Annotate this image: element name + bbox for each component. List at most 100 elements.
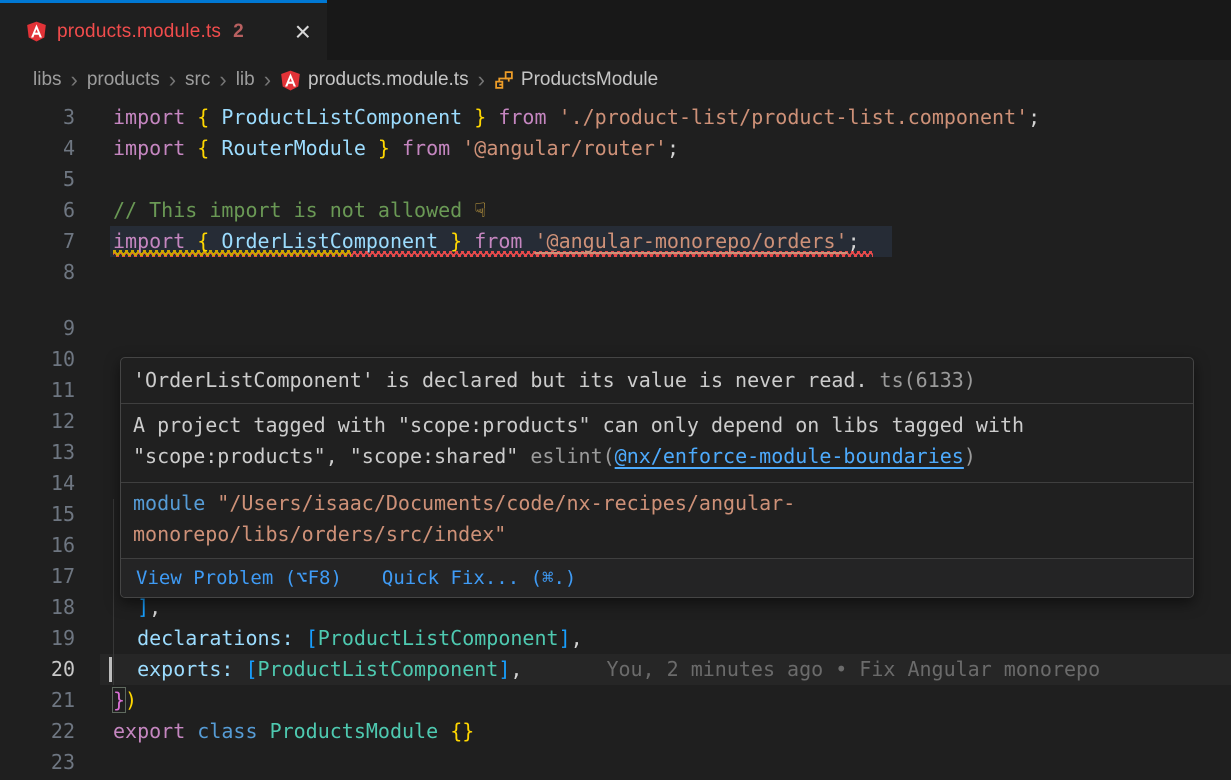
code-line[interactable]: 8: [0, 257, 1231, 288]
line-number: 20: [0, 654, 100, 685]
breadcrumb-label: products.module.ts: [308, 69, 469, 91]
popup-text: ts(6133): [868, 368, 976, 392]
code-token: ProductsModule: [270, 719, 439, 743]
code-line[interactable]: 4import { RouterModule } from '@angular/…: [0, 133, 1231, 164]
code-token: '@angular/router': [462, 136, 667, 160]
line-number: 13: [0, 437, 100, 468]
chevron-right-icon: ›: [71, 71, 78, 89]
breadcrumb-label: ProductsModule: [521, 69, 658, 91]
line-number: 18: [0, 592, 100, 623]
line-number: 19: [0, 623, 100, 654]
line-number: 23: [0, 747, 100, 778]
line-number: 12: [0, 406, 100, 437]
quick-fix-button[interactable]: Quick Fix... (⌘.): [382, 567, 576, 589]
code-token: ☟: [474, 198, 486, 222]
code-line[interactable]: 20 exports: [ProductListComponent],You, …: [0, 654, 1231, 685]
hover-popup: 'OrderListComponent' is declared but its…: [120, 357, 1194, 598]
code-line[interactable]: 7import { OrderListComponent } from '@an…: [0, 226, 1231, 257]
code-token: }: [113, 688, 125, 712]
breadcrumb-item-lib[interactable]: lib: [236, 69, 255, 91]
code-token: import: [113, 136, 185, 160]
code-line-content: [100, 747, 1231, 778]
code-token: [390, 136, 402, 160]
code-token: [: [245, 657, 257, 681]
angular-icon: [26, 21, 47, 42]
git-blame-annotation: You, 2 minutes ago • Fix Angular monorep…: [606, 657, 1100, 681]
code-line-content: // This import is not allowed ☟: [100, 195, 1231, 226]
code-token: './product-list/product-list.component': [559, 105, 1029, 129]
code-token: }: [474, 105, 486, 129]
breadcrumb-item-products[interactable]: products: [87, 69, 160, 91]
code-line-content: [100, 257, 1231, 288]
code-token: import: [113, 105, 185, 129]
breadcrumb-label: libs: [33, 69, 62, 91]
code-token: [185, 105, 197, 129]
line-number: 16: [0, 530, 100, 561]
popup-text: ): [964, 444, 976, 468]
code-line[interactable]: 19 declarations: [ProductListComponent],: [0, 623, 1231, 654]
code-token: [113, 595, 137, 619]
code-token: ProductListComponent: [258, 657, 499, 681]
code-token: ,: [149, 595, 161, 619]
code-token: ,: [510, 657, 522, 681]
tab-bar: products.module.ts 2 ×: [0, 0, 1231, 60]
chevron-right-icon: ›: [169, 71, 176, 89]
line-number: 9: [0, 313, 100, 344]
code-token: {}: [450, 719, 474, 743]
line-number: 14: [0, 468, 100, 499]
breadcrumb: libs›products›src›lib›products.module.ts…: [0, 60, 1231, 100]
popup-text: A project tagged with "scope:products" c…: [133, 413, 1024, 437]
popup-text-line: A project tagged with "scope:products" c…: [133, 410, 1181, 441]
code-token: [547, 105, 559, 129]
breadcrumb-item-productsmodule[interactable]: ProductsModule: [494, 69, 658, 91]
popup-text: module: [133, 491, 205, 515]
code-token: ProductListComponent: [209, 105, 474, 129]
code-token: [258, 719, 270, 743]
code-token: [462, 229, 474, 253]
code-token: ;: [1028, 105, 1040, 129]
code-line[interactable]: 5: [0, 164, 1231, 195]
line-number: 5: [0, 164, 100, 195]
code-line[interactable]: 3import { ProductListComponent } from '.…: [0, 102, 1231, 133]
code-token: declarations:: [137, 626, 294, 650]
code-token: ]: [498, 657, 510, 681]
popup-text: "/Users/isaac/Documents/code/nx-recipes/…: [205, 491, 795, 515]
code-line[interactable]: 22export class ProductsModule {}: [0, 716, 1231, 747]
code-line[interactable]: 23: [0, 747, 1231, 778]
popup-action-bar: View Problem (⌥F8) Quick Fix... (⌘.): [121, 559, 1193, 597]
close-icon[interactable]: ×: [295, 22, 311, 42]
line-number: 7: [0, 226, 100, 257]
code-line[interactable]: 9: [0, 313, 1231, 344]
breadcrumb-label: lib: [236, 69, 255, 91]
code-token: ): [125, 688, 137, 712]
popup-text-line: module "/Users/isaac/Documents/code/nx-r…: [133, 488, 1181, 519]
view-problem-button[interactable]: View Problem (⌥F8): [136, 567, 342, 589]
code-token: from: [474, 229, 522, 253]
line-number: 17: [0, 561, 100, 592]
tab-products-module[interactable]: products.module.ts 2 ×: [0, 0, 327, 60]
code-token: [185, 136, 197, 160]
popup-section: module "/Users/isaac/Documents/code/nx-r…: [121, 483, 1193, 559]
code-token: RouterModule: [209, 136, 378, 160]
code-line[interactable]: 6// This import is not allowed ☟: [0, 195, 1231, 226]
eslint-rule-link[interactable]: @nx/enforce-module-boundaries: [615, 444, 964, 468]
code-line-content: [100, 313, 1231, 344]
code-editor[interactable]: 3import { ProductListComponent } from '.…: [0, 100, 1231, 778]
code-token: from: [402, 136, 450, 160]
line-number: 10: [0, 344, 100, 375]
code-line-content: declarations: [ProductListComponent],: [100, 623, 1231, 654]
code-token: [: [306, 626, 318, 650]
code-token: from: [498, 105, 546, 129]
code-token: import: [113, 229, 185, 253]
code-token: [113, 657, 137, 681]
code-line[interactable]: 21}): [0, 685, 1231, 716]
code-line-content: export class ProductsModule {}: [100, 716, 1231, 747]
code-token: {: [197, 136, 209, 160]
popup-text-line: "scope:products", "scope:shared" eslint(…: [133, 441, 1181, 472]
code-token: ]: [559, 626, 571, 650]
breadcrumb-item-src[interactable]: src: [185, 69, 210, 91]
code-token: }: [378, 136, 390, 160]
line-number: 22: [0, 716, 100, 747]
breadcrumb-item-products.module.ts[interactable]: products.module.ts: [280, 69, 469, 91]
breadcrumb-item-libs[interactable]: libs: [33, 69, 62, 91]
